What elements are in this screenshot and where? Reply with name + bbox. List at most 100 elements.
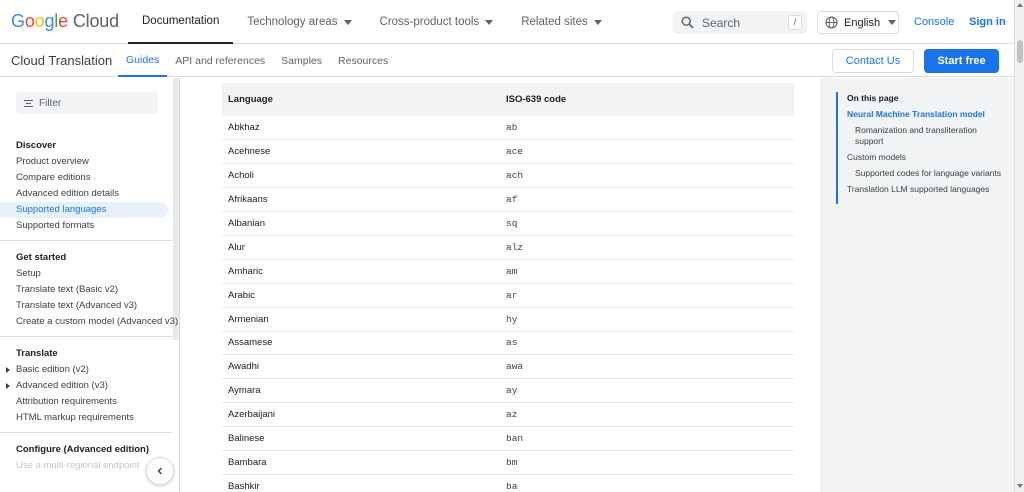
table-row: Arabic ar <box>222 283 794 308</box>
table-row: Balinese ban <box>222 426 794 451</box>
contact-us-button[interactable]: Contact Us <box>832 49 914 73</box>
sidebar-item-supported-languages[interactable]: Supported languages <box>0 202 168 218</box>
language-select[interactable]: English <box>817 11 899 34</box>
scrollbar-thumb[interactable] <box>1017 40 1023 63</box>
language-name-cell: Bashkir <box>222 474 500 492</box>
nav-related-sites[interactable]: Related sites <box>507 0 615 44</box>
sidebar-item-compare-editions[interactable]: Compare editions <box>0 170 172 186</box>
table-row: Abkhaz ab <box>222 116 794 141</box>
languages-table: Language ISO-639 code Abkhaz ab Acehnese ac… <box>222 83 794 492</box>
sidebar-item-setup[interactable]: Setup <box>0 266 172 282</box>
logo-letter: g <box>44 11 55 31</box>
toc-item-llm-languages[interactable]: Translation LLM supported languages <box>838 184 1006 195</box>
main-content: Language ISO-639 code Abkhaz ab Acehnese ac… <box>181 78 820 492</box>
tab-label: Resources <box>338 55 389 67</box>
logo-letter: e <box>58 11 68 31</box>
left-sidebar: Filter Discover Product overview Compare… <box>0 78 180 492</box>
language-name-cell: Bambara <box>222 450 500 475</box>
iso-code-cell: ace <box>500 139 794 165</box>
tab-resources[interactable]: Resources <box>330 45 396 77</box>
sidebar-nav: Discover Product overview Compare editio… <box>0 138 178 474</box>
iso-code-cell: awa <box>500 354 794 380</box>
tab-guides[interactable]: Guides <box>118 45 168 77</box>
column-header-language: Language <box>222 83 500 116</box>
table-row: Bashkir ba <box>222 474 794 492</box>
sidebar-item-basic-edition[interactable]: Basic edition (v2) <box>0 362 172 378</box>
sidebar-item-html-markup[interactable]: HTML markup requirements <box>0 410 172 426</box>
nav-label: Technology areas <box>247 16 338 28</box>
sidebar-item-custom-model[interactable]: Create a custom model (Advanced v3) <box>0 314 178 330</box>
collapse-sidebar-button[interactable] <box>146 457 174 485</box>
search-input[interactable]: Search / <box>673 11 807 34</box>
language-name-cell: Acholi <box>222 163 500 189</box>
google-cloud-logo[interactable]: Go o g l e Cloud <box>11 11 119 32</box>
sidebar-item-advanced-edition[interactable]: Advanced edition (v3) <box>0 378 172 394</box>
scroll-down-arrow-icon[interactable] <box>1017 484 1023 488</box>
iso-code-cell: as <box>500 331 794 356</box>
nav-cross-product-tools[interactable]: Cross-product tools <box>366 0 508 44</box>
tab-api-references[interactable]: API and references <box>167 45 273 77</box>
language-name-cell: Afrikaans <box>222 187 500 213</box>
toc-item-custom-models[interactable]: Custom models <box>838 152 1006 163</box>
table-row: Acehnese ace <box>222 139 794 165</box>
product-title[interactable]: Cloud Translation <box>11 53 112 68</box>
sidebar-item-product-overview[interactable]: Product overview <box>0 154 172 170</box>
expand-arrow-icon[interactable] <box>6 367 10 373</box>
iso-code-cell: sq <box>500 211 794 236</box>
globe-icon <box>825 16 838 29</box>
table-header-row: Language ISO-639 code <box>222 83 794 116</box>
tab-samples[interactable]: Samples <box>273 45 330 77</box>
product-tabs: Guides API and references Samples Resour… <box>118 45 396 77</box>
sidebar-scrollbar[interactable] <box>173 78 179 340</box>
sidebar-item-advanced-edition-details[interactable]: Advanced edition details <box>0 186 172 202</box>
search-placeholder: Search <box>702 15 741 30</box>
sidebar-item-attribution[interactable]: Attribution requirements <box>0 394 172 410</box>
sidebar-section-title: Get started <box>16 252 67 263</box>
table-row: Bambara bm <box>222 450 794 475</box>
sidebar-item-label: Advanced edition (v3) <box>16 380 108 391</box>
on-this-page-panel: On this page Neural Machine Translation … <box>820 78 1014 492</box>
table-row: Armenian hy <box>222 307 794 332</box>
expand-arrow-icon[interactable] <box>6 383 10 389</box>
iso-code-cell: ba <box>500 474 794 492</box>
language-name-cell: Azerbaijani <box>222 402 500 428</box>
start-free-button[interactable]: Start free <box>924 49 999 73</box>
chevron-down-icon <box>888 20 897 25</box>
top-nav: Documentation Technology areas Cross-pro… <box>128 0 616 44</box>
iso-code-cell: alz <box>500 235 794 260</box>
page-scrollbar[interactable] <box>1014 0 1024 492</box>
toc-title: On this page <box>847 93 899 103</box>
filter-input[interactable]: Filter <box>16 92 158 114</box>
language-name-cell: Armenian <box>222 307 500 332</box>
nav-label: Related sites <box>521 16 588 28</box>
nav-label: Cross-product tools <box>379 16 480 28</box>
tab-label: Guides <box>126 54 160 66</box>
iso-code-cell: ach <box>500 163 794 189</box>
sidebar-item-supported-formats[interactable]: Supported formats <box>0 218 172 234</box>
toc-item-language-variants[interactable]: Supported codes for language variants <box>838 168 1006 179</box>
nav-technology-areas[interactable]: Technology areas <box>233 0 365 44</box>
search-shortcut-key: / <box>788 15 802 30</box>
logo-letter: o <box>24 11 35 31</box>
console-link[interactable]: Console <box>914 16 954 28</box>
iso-code-cell: am <box>500 259 794 284</box>
sidebar-item-translate-basic[interactable]: Translate text (Basic v2) <box>0 282 172 298</box>
iso-code-cell: ban <box>500 426 794 451</box>
scroll-up-arrow-icon[interactable] <box>1017 3 1023 7</box>
language-name-cell: Awadhi <box>222 354 500 380</box>
toc-item-nmt-model[interactable]: Neural Machine Translation model <box>838 109 1006 120</box>
sign-in-link[interactable]: Sign in <box>969 16 1006 28</box>
table-row: Aymara ay <box>222 378 794 404</box>
sidebar-section-title: Translate <box>16 348 58 359</box>
filter-icon <box>24 99 33 107</box>
language-name-cell: Balinese <box>222 426 500 451</box>
language-name-cell: Assamese <box>222 331 500 356</box>
product-header: Cloud Translation Guides API and referen… <box>0 45 1014 77</box>
sidebar-item-label: Basic edition (v2) <box>16 364 89 375</box>
table-row: Acholi ach <box>222 163 794 189</box>
toc-item-romanization[interactable]: Romanization and transliteration support <box>838 125 1006 147</box>
sidebar-item-translate-advanced[interactable]: Translate text (Advanced v3) <box>0 298 172 314</box>
logo-letter: G <box>11 11 25 31</box>
table-row: Afrikaans af <box>222 187 794 213</box>
nav-documentation[interactable]: Documentation <box>128 0 234 44</box>
